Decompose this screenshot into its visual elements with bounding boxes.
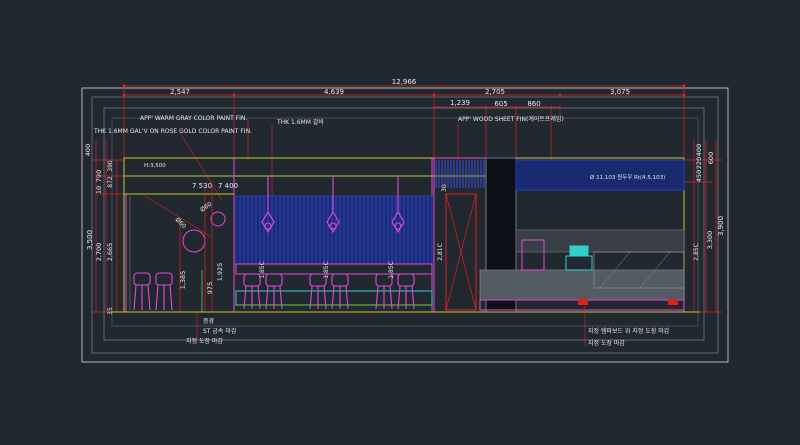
left-dim-400: 400 bbox=[84, 144, 92, 156]
cad-elevation-drawing: 12,966 2,547 4,639 2,705 3,075 1,239 605… bbox=[81, 78, 729, 363]
chair bbox=[243, 273, 261, 287]
top-dimension-lines bbox=[123, 84, 685, 160]
left-dim-10: 10 bbox=[95, 186, 103, 194]
signage-label: Ø 11,103 원두우 Rt(4.5,103) bbox=[590, 173, 665, 181]
sub-dim-1: 1,239 bbox=[450, 99, 470, 107]
dim-400: 7 400 bbox=[218, 182, 238, 190]
sub-dim-2: 605 bbox=[494, 100, 507, 108]
left-dim-872: 872 bbox=[107, 176, 114, 188]
dim-281: 2,81C bbox=[437, 243, 444, 261]
note-warm-gray: APP' WARM GRAY COLOR PAINT FIN. bbox=[140, 115, 247, 122]
left-outer-dim: 3,500 bbox=[86, 230, 94, 250]
chair bbox=[331, 273, 349, 287]
bottom-note-left-1: 증경 bbox=[203, 318, 214, 325]
right-dim-3300: 3,300 bbox=[706, 231, 714, 250]
dim-185-1: 1,85C bbox=[259, 261, 266, 279]
overall-dimension: 12,966 bbox=[392, 78, 417, 86]
top-dim-2: 4,639 bbox=[324, 88, 344, 96]
note-thk16: THK 1.6MM 갈바 bbox=[276, 118, 324, 126]
left-dim-2700: 2,700 bbox=[95, 243, 103, 262]
bottom-note-left-2: ST 금속 마감 bbox=[203, 327, 237, 335]
bottom-note-right-1: 지정 템파보드 위 지정 도장 마감 bbox=[588, 327, 670, 335]
chair bbox=[265, 273, 283, 287]
dim-60a: Ø60 bbox=[199, 201, 213, 214]
note-h3500: H:3,500 bbox=[144, 163, 166, 169]
bottom-note-left-3: 지정 도장 마감 bbox=[186, 337, 223, 345]
right-dim-450: 450 bbox=[695, 170, 703, 182]
top-dim-3: 2,705 bbox=[485, 88, 505, 96]
right-dim-400: 400 bbox=[695, 144, 703, 156]
dim-1925: 1,925 bbox=[216, 263, 224, 282]
sub-dim-3: 860 bbox=[527, 100, 540, 108]
dim-285: 2,85C bbox=[693, 243, 700, 261]
bar-stools-left bbox=[133, 272, 173, 311]
right-dim-220: 220 bbox=[695, 157, 703, 169]
dim-530: 7 530 bbox=[192, 182, 212, 190]
dim-60b: Ø60 bbox=[174, 216, 188, 230]
left-dim-2665: 2,665 bbox=[106, 243, 114, 262]
dim-1385: 1,385 bbox=[179, 271, 187, 290]
note-galv: THK 1.6MM GAL'V ON ROSE GOLD COLOR PAINT… bbox=[93, 128, 252, 135]
top-dim-1: 2,547 bbox=[170, 88, 190, 96]
left-dim-390: 390 bbox=[107, 160, 114, 172]
bottom-note-right-2: 지정 도장 마감 bbox=[588, 339, 625, 347]
left-dim-35: 35 bbox=[107, 307, 114, 315]
chair bbox=[397, 273, 415, 287]
left-dim-790: 790 bbox=[95, 170, 103, 182]
right-dim-600: 600 bbox=[707, 152, 715, 164]
dim-185-3: 1,85C bbox=[388, 261, 395, 279]
top-dim-4: 3,075 bbox=[610, 88, 630, 96]
dim-975: 975 bbox=[206, 282, 214, 294]
right-outer-dim: 3,900 bbox=[717, 216, 725, 236]
note-wood-sheet: APP' WOOD SHEET FIN(게이트프레임) bbox=[458, 115, 564, 123]
dim-185-2: 1,85C bbox=[323, 261, 330, 279]
dim-30: 30 bbox=[441, 184, 448, 192]
